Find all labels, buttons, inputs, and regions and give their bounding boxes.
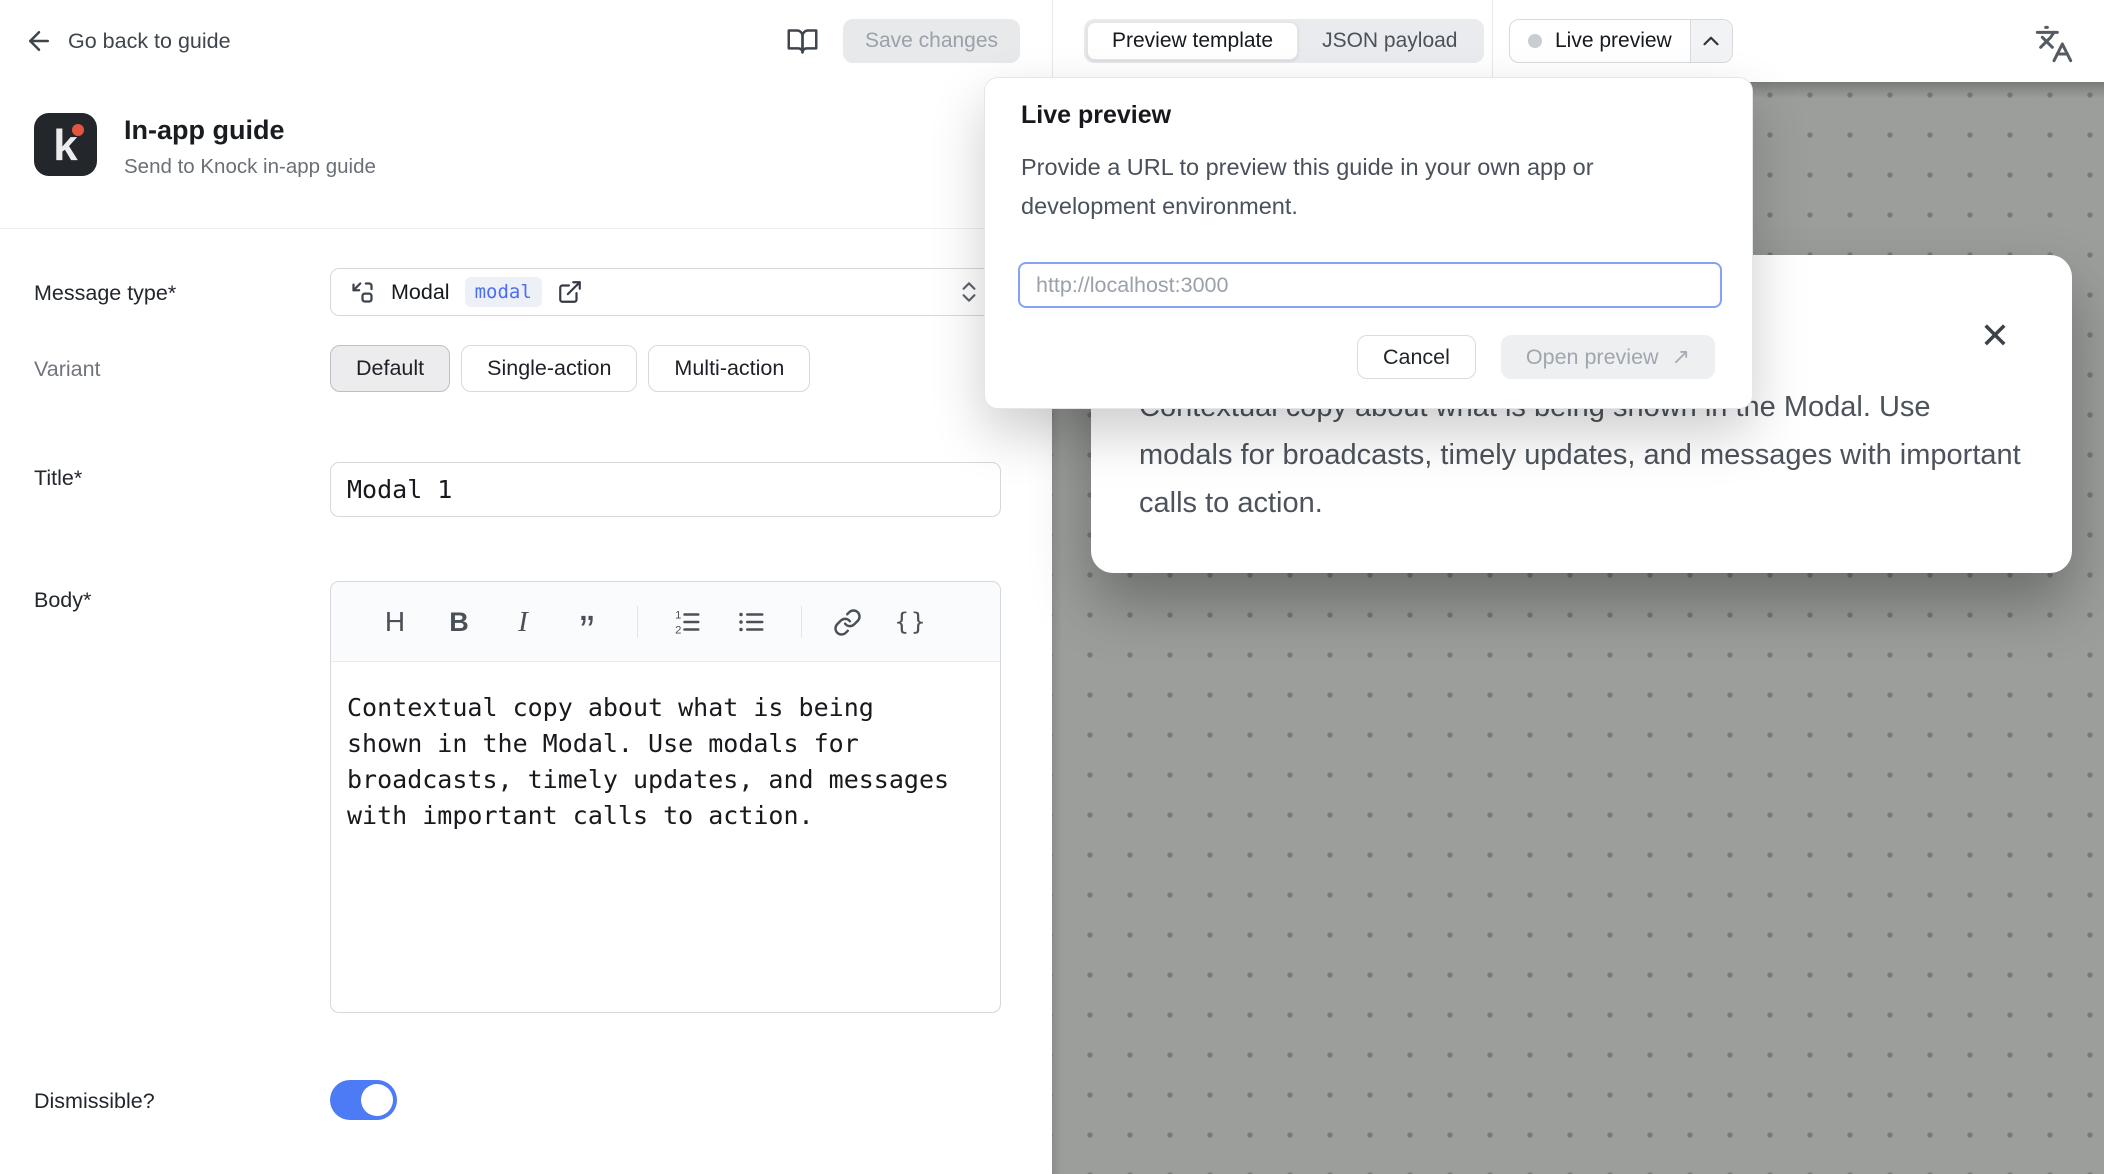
- title-input[interactable]: [330, 462, 1001, 517]
- book-open-icon[interactable]: [786, 25, 819, 58]
- svg-text:2: 2: [675, 624, 681, 636]
- dismissible-toggle[interactable]: [330, 1080, 397, 1120]
- message-type-label: Message type*: [34, 281, 176, 306]
- body-editor-content[interactable]: Contextual copy about what is being show…: [331, 662, 975, 834]
- title-label: Title*: [34, 466, 82, 491]
- message-type-key-badge: modal: [465, 277, 542, 307]
- page-subtitle: Send to Knock in-app guide: [124, 155, 376, 179]
- variant-options: Default Single-action Multi-action: [330, 345, 810, 392]
- variant-label: Variant: [34, 357, 101, 382]
- bold-icon[interactable]: B: [437, 600, 481, 644]
- header-divider: [1052, 0, 1053, 82]
- arrow-left-icon: [24, 26, 54, 56]
- guide-header: k In-app guide Send to Knock in-app guid…: [34, 113, 376, 179]
- chevrons-up-down-icon: [956, 279, 982, 305]
- section-divider: [0, 228, 1052, 229]
- preview-url-input[interactable]: [1018, 262, 1722, 308]
- live-preview-button-group: Live preview: [1509, 19, 1733, 63]
- open-preview-label: Open preview: [1526, 345, 1659, 370]
- editor-toolbar: H B I ” 12 {}: [331, 582, 1000, 662]
- message-type-value: Modal: [391, 280, 450, 305]
- close-icon[interactable]: ✕: [1980, 319, 2010, 355]
- italic-icon[interactable]: I: [501, 600, 545, 644]
- blockquote-icon[interactable]: ”: [565, 600, 609, 644]
- link-icon[interactable]: [825, 600, 869, 644]
- live-preview-collapse-button[interactable]: [1690, 20, 1732, 62]
- translate-icon[interactable]: [2034, 24, 2074, 64]
- toggle-knob: [361, 1084, 393, 1116]
- knock-logo-dot: [72, 124, 84, 136]
- heading-icon[interactable]: H: [373, 600, 417, 644]
- arrow-up-right-icon: ↗: [1672, 345, 1690, 370]
- guide-titles: In-app guide Send to Knock in-app guide: [124, 113, 376, 179]
- body-label: Body*: [34, 588, 91, 613]
- back-to-guide-link[interactable]: Go back to guide: [24, 26, 231, 56]
- header-divider-2: [1492, 0, 1493, 82]
- open-preview-button[interactable]: Open preview ↗: [1501, 335, 1715, 379]
- tab-json-payload[interactable]: JSON payload: [1298, 22, 1481, 60]
- variant-default-button[interactable]: Default: [330, 345, 450, 392]
- popover-description: Provide a URL to preview this guide in y…: [1021, 148, 1677, 226]
- variables-icon[interactable]: {}: [889, 600, 933, 644]
- variant-single-action-button[interactable]: Single-action: [461, 345, 637, 392]
- message-type-select[interactable]: Modal modal: [330, 268, 1001, 316]
- app-root: Go back to guide Save changes Preview te…: [0, 0, 2104, 1174]
- back-to-guide-label: Go back to guide: [68, 29, 231, 54]
- preview-mode-tabs: Preview template JSON payload: [1084, 19, 1484, 63]
- live-preview-label: Live preview: [1555, 29, 1672, 53]
- svg-text:1: 1: [675, 609, 681, 621]
- toolbar-divider: [801, 606, 802, 638]
- ordered-list-icon[interactable]: 12: [665, 600, 709, 644]
- save-changes-button[interactable]: Save changes: [843, 19, 1020, 63]
- popover-title: Live preview: [1021, 101, 1171, 130]
- popover-actions: Cancel Open preview ↗: [1357, 335, 1715, 379]
- tab-preview-template[interactable]: Preview template: [1087, 22, 1298, 60]
- chevron-up-icon: [1698, 28, 1724, 54]
- modal-type-icon: [349, 279, 376, 306]
- bullet-list-icon[interactable]: [729, 600, 773, 644]
- top-header: Go back to guide Save changes Preview te…: [0, 0, 2104, 82]
- live-preview-popover: Live preview Provide a URL to preview th…: [984, 77, 1753, 409]
- toolbar-divider: [637, 606, 638, 638]
- knock-logo: k: [34, 113, 97, 176]
- live-preview-button[interactable]: Live preview: [1510, 20, 1690, 62]
- variant-multi-action-button[interactable]: Multi-action: [648, 345, 810, 392]
- body-text: Contextual copy about what is being show…: [347, 690, 959, 834]
- page-title: In-app guide: [124, 115, 376, 146]
- dismissible-label: Dismissible?: [34, 1089, 155, 1114]
- status-dot-icon: [1528, 34, 1542, 48]
- body-editor: H B I ” 12 {} Contextual copy about what…: [330, 581, 1001, 1013]
- cancel-button[interactable]: Cancel: [1357, 335, 1476, 379]
- external-link-icon[interactable]: [557, 279, 583, 305]
